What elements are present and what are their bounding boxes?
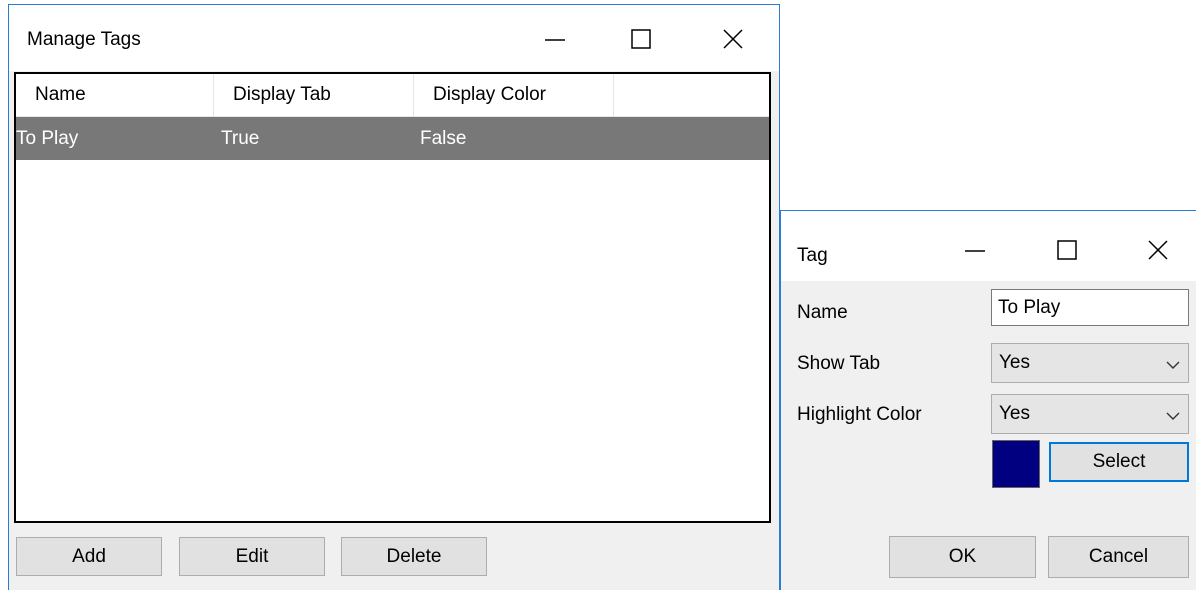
edit-button[interactable]: Edit [179, 537, 325, 576]
name-label: Name [797, 302, 848, 323]
color-swatch [992, 440, 1040, 488]
show-tab-value: Yes [999, 352, 1030, 373]
ok-button[interactable]: OK [889, 536, 1036, 578]
column-header-display-tab[interactable]: Display Tab [214, 74, 414, 116]
chevron-down-icon [1166, 407, 1180, 429]
minimize-icon [544, 28, 566, 50]
manage-tags-title: Manage Tags [27, 29, 141, 50]
tag-list[interactable]: Name Display Tab Display Color To Play T… [14, 72, 771, 523]
maximize-icon [630, 28, 652, 50]
maximize-button[interactable] [621, 27, 661, 51]
tag-maximize-button[interactable] [1047, 238, 1087, 262]
column-header-display-color[interactable]: Display Color [414, 74, 614, 116]
cell-display-color: False [420, 128, 467, 149]
show-tab-label: Show Tab [797, 353, 881, 374]
manage-tags-titlebar[interactable]: Manage Tags [9, 5, 779, 71]
chevron-down-icon [1166, 356, 1180, 378]
cancel-button[interactable]: Cancel [1048, 536, 1189, 578]
show-tab-select[interactable]: Yes [991, 343, 1189, 383]
column-header-name[interactable]: Name [16, 74, 214, 116]
maximize-icon [1056, 239, 1078, 261]
highlight-color-value: Yes [999, 403, 1030, 424]
close-icon [722, 28, 744, 50]
minimize-icon [964, 239, 986, 261]
cell-name: To Play [16, 128, 79, 149]
tag-dialog: Tag Name Show Tab Yes Highlight Color Ye… [780, 210, 1196, 590]
highlight-color-label: Highlight Color [797, 404, 922, 425]
close-button[interactable] [713, 27, 753, 51]
add-button[interactable]: Add [16, 537, 162, 576]
minimize-button[interactable] [535, 27, 575, 51]
list-header: Name Display Tab Display Color [16, 74, 769, 117]
cell-display-tab: True [221, 128, 260, 149]
name-input[interactable] [991, 289, 1189, 326]
highlight-color-select[interactable]: Yes [991, 394, 1189, 434]
manage-tags-window: Manage Tags Name Display Tab Display Col… [8, 4, 780, 590]
close-icon [1147, 239, 1169, 261]
tag-dialog-titlebar[interactable]: Tag [781, 211, 1196, 281]
tag-close-button[interactable] [1138, 238, 1178, 262]
select-color-button[interactable]: Select [1049, 442, 1189, 482]
tag-dialog-title: Tag [797, 245, 828, 266]
table-row[interactable]: To Play True False [16, 117, 769, 160]
delete-button[interactable]: Delete [341, 537, 487, 576]
tag-minimize-button[interactable] [955, 238, 995, 262]
